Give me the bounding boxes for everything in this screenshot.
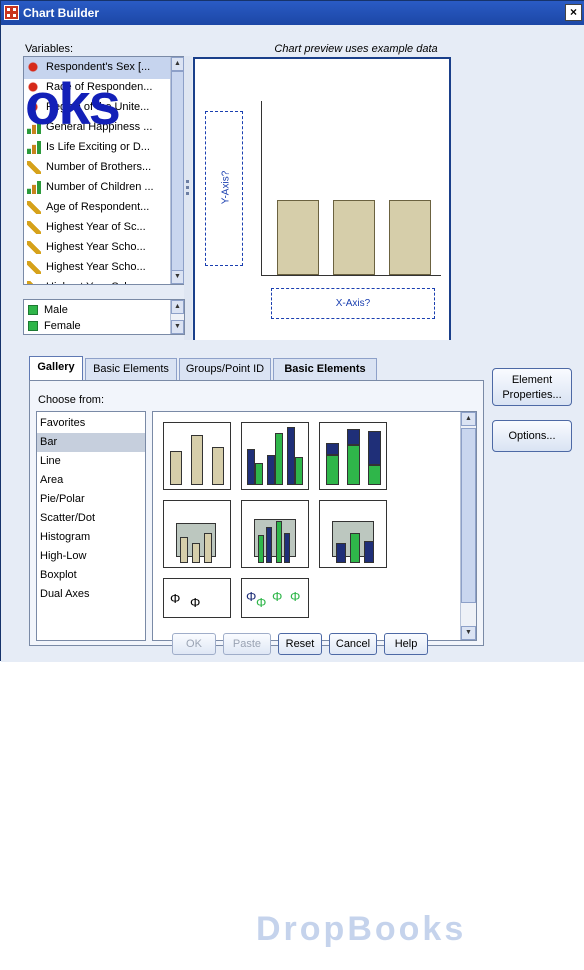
- chart-builder-app-icon: [4, 5, 19, 20]
- cancel-button[interactable]: Cancel: [329, 633, 377, 655]
- paste-button[interactable]: Paste: [223, 633, 271, 655]
- scroll-up-arrow-icon[interactable]: ▲: [171, 300, 184, 314]
- tab-basic-elements[interactable]: Basic Elements: [85, 358, 177, 380]
- scroll-down-arrow-icon[interactable]: ▼: [461, 626, 476, 640]
- preview-bar: [277, 200, 319, 275]
- variable-item[interactable]: Is Life Exciting or D...: [24, 137, 172, 159]
- tab-gallery[interactable]: Gallery: [29, 356, 83, 381]
- y-axis-line: [261, 101, 262, 276]
- scale-icon: [27, 241, 41, 254]
- scroll-down-arrow-icon[interactable]: ▼: [171, 270, 184, 284]
- variable-label: Age of Respondent...: [46, 201, 150, 213]
- scroll-up-arrow-icon[interactable]: ▲: [171, 57, 184, 71]
- watermark-logo: DropBooks: [256, 910, 467, 948]
- variables-scrollbar[interactable]: ▲ ▼: [170, 57, 184, 284]
- category-icon: [28, 321, 38, 331]
- scale-icon: [27, 201, 41, 214]
- scroll-thumb[interactable]: [461, 428, 476, 603]
- variable-label: Highest Year Scho...: [46, 241, 146, 253]
- variable-label: Highest Year Scho...: [46, 261, 146, 273]
- chart-builder-window: Chart Builder × Variables: Chart preview…: [0, 0, 584, 948]
- variable-label: Number of Children ...: [46, 181, 154, 193]
- tab-groups-point-id[interactable]: Groups/Point ID: [179, 358, 271, 380]
- tab-basic-elements-2[interactable]: Basic Elements: [273, 358, 377, 380]
- top-panel: Variables: Chart preview uses example da…: [1, 25, 584, 349]
- close-button[interactable]: ×: [565, 4, 582, 21]
- category-scrollbar[interactable]: ▲ ▼: [170, 300, 184, 334]
- chart-type-item[interactable]: Pie/Polar: [37, 490, 145, 509]
- variable-item[interactable]: Highest Year Scho...: [24, 257, 172, 279]
- scroll-thumb[interactable]: [171, 71, 184, 271]
- choose-from-label: Choose from:: [38, 394, 105, 406]
- variable-item[interactable]: Age of Respondent...: [24, 197, 172, 219]
- category-list[interactable]: Male Female ▲ ▼: [23, 299, 185, 335]
- scale-icon: [27, 161, 41, 174]
- chart-preview-canvas[interactable]: Y-Axis? X-Axis?: [193, 57, 451, 349]
- variable-item[interactable]: Highest Year Scho...: [24, 237, 172, 259]
- element-properties-button[interactable]: Element Properties...: [492, 368, 572, 406]
- scroll-up-arrow-icon[interactable]: ▲: [461, 412, 476, 426]
- stacked-bar-thumbnail[interactable]: [319, 422, 387, 490]
- splitter-handle[interactable]: [184, 56, 192, 344]
- error-bar-thumbnail[interactable]: Φ Φ: [163, 578, 231, 618]
- preview-bar: [389, 200, 431, 275]
- variable-label: Highest Year of Sc...: [46, 221, 146, 233]
- chart-type-list[interactable]: Favorites Bar Line Area Pie/Polar Scatter/Dot…: [36, 411, 146, 641]
- variable-label: Highest Year Scho...: [46, 281, 146, 284]
- y-axis-drop-zone[interactable]: Y-Axis?: [205, 111, 243, 266]
- scale-icon: [27, 221, 41, 234]
- scroll-down-arrow-icon[interactable]: ▼: [171, 320, 184, 334]
- preview-caption: Chart preview uses example data: [274, 43, 438, 55]
- category-icon: [28, 305, 38, 315]
- ordinal-icon: [27, 141, 41, 154]
- chart-type-item[interactable]: Bar: [37, 433, 145, 452]
- gallery-thumbnails[interactable]: Φ Φ Φ Φ Φ Φ ▲ ▼: [152, 411, 477, 641]
- reset-button[interactable]: Reset: [278, 633, 322, 655]
- scale-icon: [27, 261, 41, 274]
- category-label: Male: [44, 304, 68, 316]
- chart-type-item[interactable]: High-Low: [37, 547, 145, 566]
- chart-type-item[interactable]: Line: [37, 452, 145, 471]
- y-axis-label: Y-Axis?: [220, 170, 232, 205]
- scale-icon: [27, 281, 41, 284]
- clustered-error-bar-thumbnail[interactable]: Φ Φ Φ Φ: [241, 578, 309, 618]
- chart-type-item[interactable]: Dual Axes: [37, 585, 145, 604]
- variable-item[interactable]: Number of Brothers...: [24, 157, 172, 179]
- chart-type-item[interactable]: Area: [37, 471, 145, 490]
- x-axis-drop-zone[interactable]: X-Axis?: [271, 288, 435, 319]
- options-button[interactable]: Options...: [492, 420, 572, 452]
- chart-type-item[interactable]: Histogram: [37, 528, 145, 547]
- help-button[interactable]: Help: [384, 633, 428, 655]
- window-title: Chart Builder: [23, 6, 100, 20]
- ok-button[interactable]: OK: [172, 633, 216, 655]
- bottom-panel: Gallery Basic Elements Groups/Point ID B…: [1, 340, 584, 948]
- gallery-scrollbar[interactable]: ▲ ▼: [460, 412, 476, 640]
- variable-item[interactable]: Highest Year of Sc...: [24, 217, 172, 239]
- category-label: Female: [44, 320, 81, 332]
- chart-type-item[interactable]: Scatter/Dot: [37, 509, 145, 528]
- simple-bar-thumbnail[interactable]: [163, 422, 231, 490]
- 3d-bar-thumbnail[interactable]: [163, 500, 231, 568]
- clustered-bar-thumbnail[interactable]: [241, 422, 309, 490]
- variable-label: Is Life Exciting or D...: [46, 141, 150, 153]
- 3d-clustered-bar-thumbnail[interactable]: [241, 500, 309, 568]
- title-bar[interactable]: Chart Builder ×: [1, 1, 584, 25]
- variables-label: Variables:: [25, 43, 74, 55]
- chart-type-item[interactable]: Boxplot: [37, 566, 145, 585]
- chart-type-item[interactable]: Favorites: [37, 414, 145, 433]
- watermark-text: oks: [25, 72, 121, 137]
- 3d-stacked-bar-thumbnail[interactable]: [319, 500, 387, 568]
- category-item[interactable]: Female: [24, 318, 172, 334]
- x-axis-line: [261, 275, 441, 276]
- preview-bar: [333, 200, 375, 275]
- ordinal-icon: [27, 181, 41, 194]
- category-item[interactable]: Male: [24, 302, 172, 318]
- variable-label: Number of Brothers...: [46, 161, 152, 173]
- gallery-panel: Choose from: Favorites Bar Line Area Pie/Pol…: [29, 380, 484, 646]
- variable-item[interactable]: Number of Children ...: [24, 177, 172, 199]
